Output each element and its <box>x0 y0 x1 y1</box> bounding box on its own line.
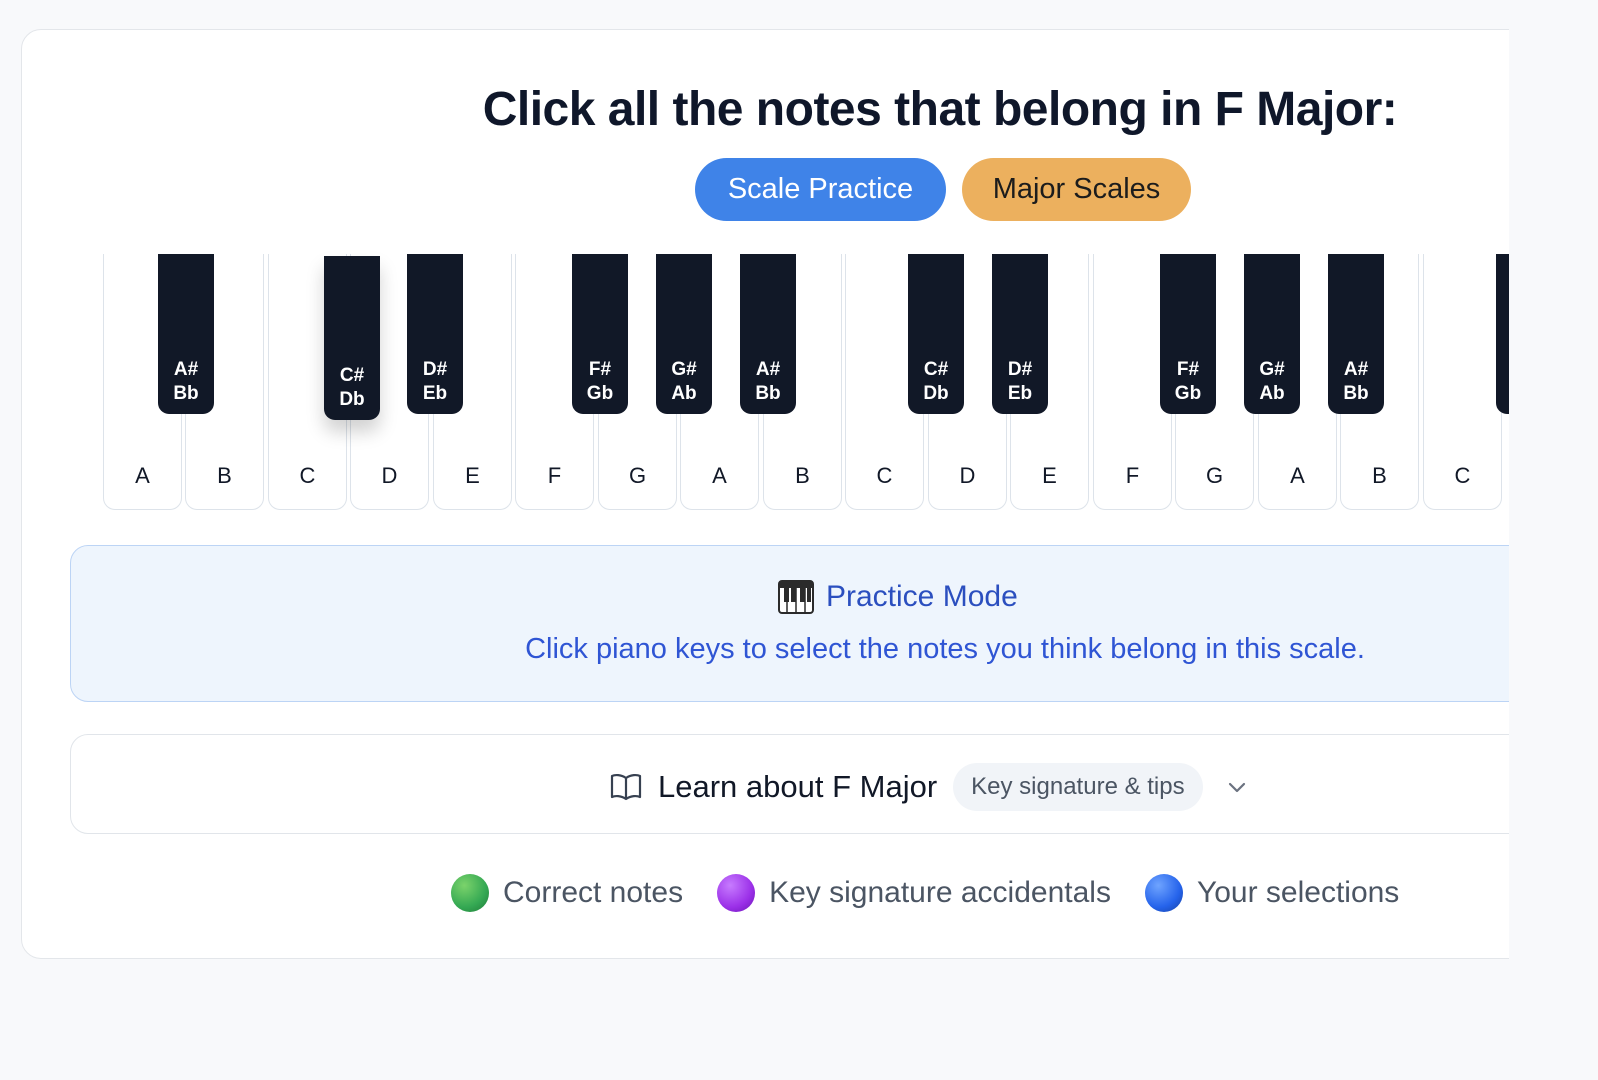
blue-circle-icon <box>1144 874 1183 912</box>
black-key-label: G# Ab <box>671 359 697 404</box>
white-key-label: B <box>1372 463 1387 488</box>
purple-circle-icon <box>717 874 756 912</box>
black-key-label: D# Eb <box>1007 359 1033 404</box>
category-tag: Major Scales <box>962 158 1191 221</box>
white-key-label: C <box>299 463 316 488</box>
black-key[interactable]: C# Db <box>324 256 380 420</box>
black-key-label: D# Eb <box>422 359 448 404</box>
learn-title: Learn about F Major <box>658 769 938 804</box>
practice-mode-heading: Practice Mode <box>778 575 1018 619</box>
green-circle-icon <box>451 874 489 912</box>
black-key[interactable] <box>1496 254 1509 414</box>
black-key[interactable]: D# Eb <box>992 254 1048 414</box>
white-key-label: A <box>135 463 150 488</box>
black-key-label: A# Bb <box>755 359 781 404</box>
white-key-label: G <box>628 463 647 488</box>
piano-keyboard: A B C D E F G A B C D E F G A B C A# Bb C… <box>103 254 1509 510</box>
exercise-title: Click all the notes that belong in F Maj… <box>482 83 1398 136</box>
white-key-label: E <box>1042 463 1057 488</box>
app-viewport: Click all the notes that belong in F Maj… <box>0 0 1509 1080</box>
learn-accordion-header[interactable]: Learn about F Major Key signature & tips <box>610 762 1249 812</box>
black-key[interactable]: F# Gb <box>572 254 628 414</box>
white-key-label: E <box>465 463 480 488</box>
white-key-label: B <box>217 463 232 488</box>
legend-item-correct: Correct notes <box>451 874 683 912</box>
black-key-label: F# Gb <box>586 359 614 404</box>
black-key[interactable]: A# Bb <box>740 254 796 414</box>
white-key-label: D <box>959 463 976 488</box>
chevron-down-icon[interactable] <box>1225 775 1249 799</box>
key-signature-tips-badge: Key signature & tips <box>953 763 1203 811</box>
black-key[interactable]: C# Db <box>908 254 964 414</box>
black-key[interactable]: A# Bb <box>1328 254 1384 414</box>
color-legend: Correct notes Key signature accidentals … <box>451 868 1433 918</box>
piano-icon <box>778 580 814 614</box>
white-key-label: B <box>795 463 810 488</box>
legend-item-selections: Your selections <box>1144 874 1400 912</box>
white-key-label: G <box>1205 463 1224 488</box>
black-key-label: C# Db <box>923 359 949 404</box>
white-key-label: A <box>1290 463 1305 488</box>
black-key[interactable]: A# Bb <box>158 254 214 414</box>
white-key-label: F <box>1125 463 1140 488</box>
black-key-label: F# Gb <box>1174 359 1202 404</box>
black-key[interactable]: G# Ab <box>1244 254 1300 414</box>
mode-tag: Scale Practice <box>695 158 946 221</box>
black-key-label: A# Bb <box>173 359 199 404</box>
white-key-label: C <box>876 463 893 488</box>
black-key-label: G# Ab <box>1259 359 1285 404</box>
white-key[interactable]: C <box>1423 254 1502 510</box>
black-key-label: C# Db <box>339 365 365 410</box>
black-key-label: A# Bb <box>1343 359 1369 404</box>
white-key-label: F <box>547 463 562 488</box>
legend-item-accidentals: Key signature accidentals <box>717 874 1111 912</box>
black-key[interactable]: D# Eb <box>407 254 463 414</box>
practice-mode-panel <box>70 545 1509 702</box>
white-key-label: A <box>712 463 727 488</box>
legend-label: Correct notes <box>503 876 684 909</box>
white-key-label: D <box>381 463 398 488</box>
white-key-label: C <box>1454 463 1471 488</box>
legend-label: Key signature accidentals <box>769 876 1111 909</box>
practice-mode-instructions: Click piano keys to select the notes you… <box>525 633 1365 665</box>
black-key[interactable]: F# Gb <box>1160 254 1216 414</box>
legend-label: Your selections <box>1196 876 1400 909</box>
black-key[interactable]: G# Ab <box>656 254 712 414</box>
practice-mode-title: Practice Mode <box>826 580 1018 613</box>
book-open-icon <box>610 773 642 801</box>
